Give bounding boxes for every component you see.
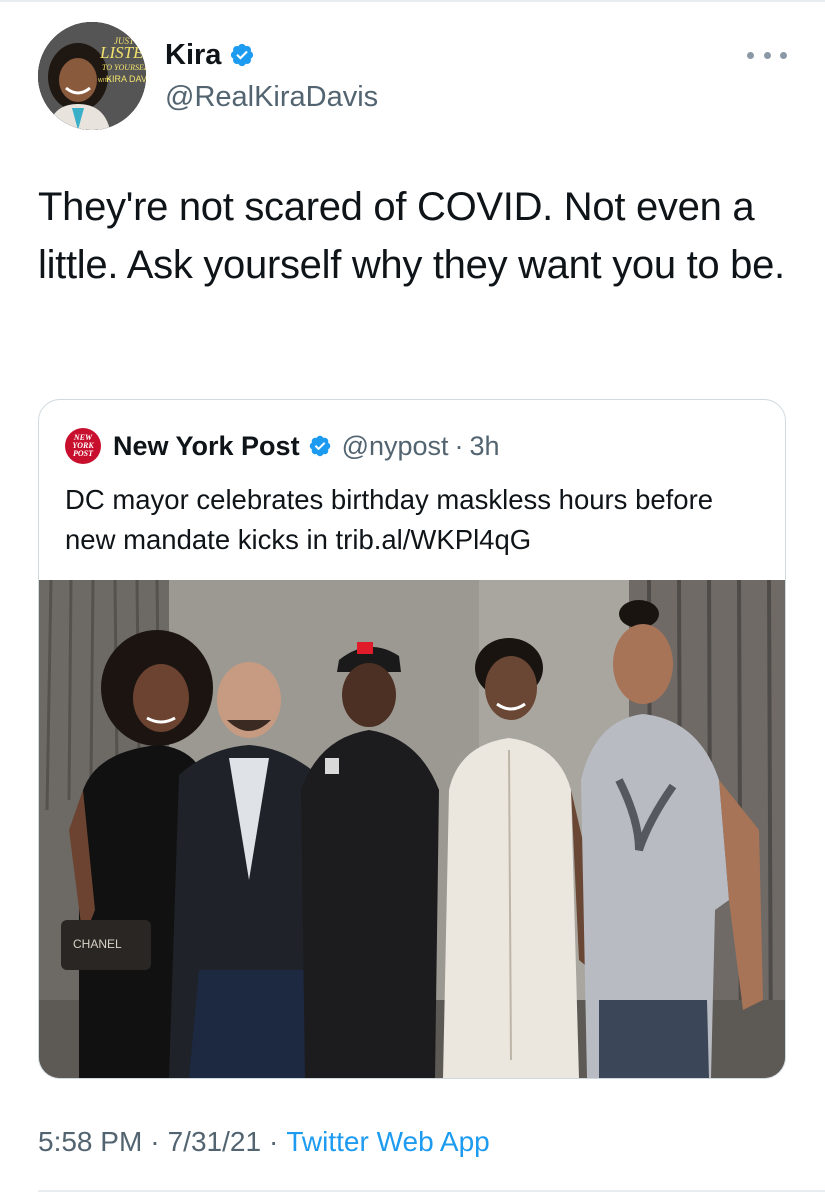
avatar-text-2: LISTEN bbox=[99, 43, 146, 62]
more-dot bbox=[747, 51, 754, 59]
quoted-author-handle[interactable]: @nypost bbox=[342, 429, 449, 463]
tweet-time[interactable]: 5:58 PM bbox=[38, 1124, 142, 1160]
meta-separator: · bbox=[150, 1126, 160, 1157]
quoted-separator: · bbox=[454, 431, 464, 461]
more-dot bbox=[780, 51, 787, 59]
tweet-date[interactable]: 7/31/21 bbox=[168, 1124, 261, 1160]
tweet-source-link[interactable]: Twitter Web App bbox=[286, 1124, 489, 1160]
top-divider bbox=[0, 0, 825, 2]
verified-badge-icon bbox=[309, 435, 330, 457]
avatar[interactable]: JUST LISTEN TO YOURSELF WITH KIRA DAVIS bbox=[38, 22, 146, 130]
avatar-text-5: KIRA DAVIS bbox=[106, 74, 146, 84]
verified-badge-icon bbox=[231, 43, 254, 67]
quoted-tweet-header: NEW YORK POST New York Post @nypost · 3h bbox=[65, 428, 500, 464]
author-name-row[interactable]: Kira bbox=[165, 38, 255, 72]
quoted-author-name[interactable]: New York Post bbox=[113, 429, 300, 463]
meta-separator: · bbox=[269, 1126, 279, 1157]
nypost-logo-text-3: POST bbox=[73, 449, 93, 458]
author-handle[interactable]: @RealKiraDavis bbox=[165, 80, 378, 114]
photo-bag-text: CHANEL bbox=[73, 937, 122, 951]
nypost-logo[interactable]: NEW YORK POST bbox=[65, 428, 101, 464]
tweet-text: They're not scared of COVID. Not even a … bbox=[38, 185, 785, 287]
quoted-tweet-photo[interactable]: CHANEL bbox=[39, 580, 785, 1078]
quoted-tweet[interactable]: NEW YORK POST New York Post @nypost · 3h… bbox=[38, 399, 786, 1079]
more-options-icon[interactable] bbox=[747, 48, 787, 62]
more-dot bbox=[763, 51, 771, 59]
bottom-divider bbox=[38, 1190, 825, 1192]
author-display-name[interactable]: Kira bbox=[165, 38, 221, 72]
quoted-tweet-text: DC mayor celebrates birthday maskless ho… bbox=[65, 484, 714, 555]
avatar-text-3: TO YOURSELF bbox=[102, 63, 146, 72]
tweet-meta: 5:58 PM · 7/31/21 · Twitter Web App bbox=[38, 1124, 490, 1160]
quoted-timestamp[interactable]: 3h bbox=[470, 429, 500, 463]
